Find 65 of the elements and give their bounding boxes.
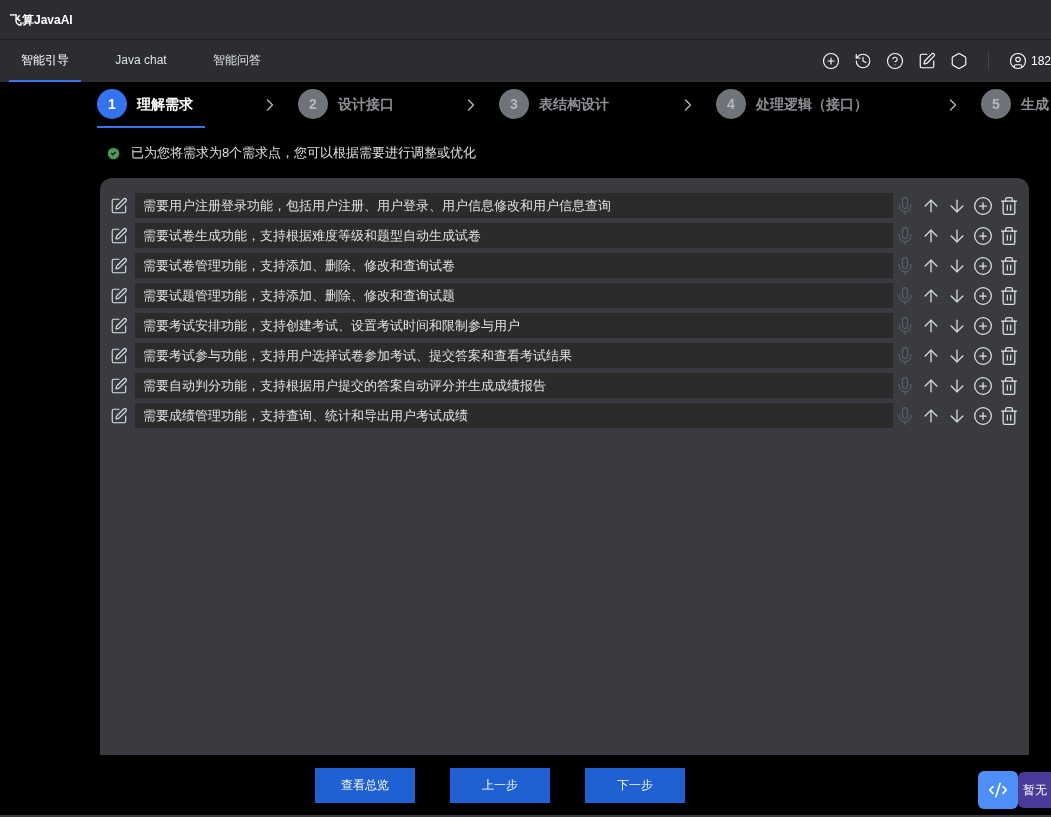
- edit-icon[interactable]: [110, 226, 128, 245]
- delete-icon[interactable]: [999, 255, 1019, 276]
- history-icon[interactable]: [853, 52, 872, 70]
- help-icon[interactable]: [885, 52, 904, 70]
- step-label: 表结构设计: [539, 94, 609, 114]
- add-icon[interactable]: [973, 345, 993, 366]
- requirement-field[interactable]: 需要考试参与功能，支持用户选择试卷参加考试、提交答案和查看考试结果: [134, 343, 893, 368]
- step-button[interactable]: 查看总览: [314, 767, 415, 803]
- floating-button[interactable]: 暂无: [1018, 772, 1051, 808]
- edit-icon[interactable]: [917, 52, 936, 70]
- settings-icon[interactable]: [949, 52, 968, 70]
- step-label: 生成: [1021, 94, 1049, 114]
- window-title: 飞算JavaAI: [10, 11, 73, 29]
- step[interactable]: 1 理解需求: [97, 82, 205, 128]
- step-number: 4: [716, 89, 746, 119]
- requirement-field[interactable]: 需要用户注册登录功能，包括用户注册、用户登录、用户信息修改和用户信息查询: [134, 193, 893, 218]
- add-icon[interactable]: [973, 255, 993, 276]
- tab[interactable]: 智能问答: [201, 40, 273, 82]
- add-icon[interactable]: [973, 315, 993, 336]
- delete-icon[interactable]: [999, 195, 1019, 216]
- edit-icon[interactable]: [110, 196, 128, 215]
- step-number: 3: [499, 89, 529, 119]
- tab[interactable]: Java chat: [105, 40, 177, 82]
- user-icon[interactable]: [1008, 52, 1027, 70]
- edit-icon[interactable]: [110, 256, 128, 275]
- tab[interactable]: 智能引导: [9, 40, 81, 82]
- requirement-field[interactable]: 需要试题管理功能，支持添加、删除、修改和查询试题: [134, 283, 893, 308]
- step-label: 设计接口: [338, 94, 394, 114]
- step-button[interactable]: 下一步: [584, 767, 685, 803]
- step-label: 理解需求: [137, 94, 193, 114]
- add-icon[interactable]: [973, 285, 993, 306]
- code-icon: [988, 780, 1008, 800]
- requirement-field[interactable]: 需要试卷管理功能，支持添加、删除、修改和查询试卷: [134, 253, 893, 278]
- edit-icon[interactable]: [110, 346, 128, 365]
- edit-icon[interactable]: [110, 316, 128, 335]
- step-label: 处理逻辑（接口）: [756, 94, 868, 114]
- delete-icon[interactable]: [999, 345, 1019, 366]
- requirement-field[interactable]: 需要考试安排功能，支持创建考试、设置考试时间和限制参与用户: [134, 313, 893, 338]
- step[interactable]: 2 设计接口: [298, 82, 406, 128]
- delete-icon[interactable]: [999, 315, 1019, 336]
- edit-icon[interactable]: [110, 376, 128, 395]
- add-icon[interactable]: [973, 375, 993, 396]
- user-name: 182: [1030, 53, 1051, 70]
- add-icon[interactable]: [973, 405, 993, 426]
- delete-icon[interactable]: [999, 285, 1019, 306]
- requirement-field[interactable]: 需要成绩管理功能，支持查询、统计和导出用户考试成绩: [134, 403, 893, 428]
- edit-icon[interactable]: [110, 286, 128, 305]
- step-number: 1: [97, 89, 127, 119]
- status-message: 已为您将需求为8个需求点，您可以根据需要进行调整或优化: [131, 144, 477, 163]
- add-icon[interactable]: [973, 195, 993, 216]
- step-number: 5: [981, 89, 1011, 119]
- step-number: 2: [298, 89, 328, 119]
- delete-icon[interactable]: [999, 375, 1019, 396]
- delete-icon[interactable]: [999, 405, 1019, 426]
- add-icon[interactable]: [973, 225, 993, 246]
- success-icon: [106, 145, 121, 161]
- step[interactable]: 5 生成: [981, 82, 1051, 128]
- step[interactable]: 4 处理逻辑（接口）: [716, 82, 880, 128]
- edit-icon[interactable]: [110, 406, 128, 425]
- step[interactable]: 3 表结构设计: [499, 82, 621, 128]
- delete-icon[interactable]: [999, 225, 1019, 246]
- code-button[interactable]: [978, 771, 1018, 809]
- requirement-field[interactable]: 需要自动判分功能，支持根据用户提交的答案自动评分并生成成绩报告: [134, 373, 893, 398]
- requirement-field[interactable]: 需要试卷生成功能，支持根据难度等级和题型自动生成试卷: [134, 223, 893, 248]
- step-button[interactable]: 上一步: [449, 767, 550, 803]
